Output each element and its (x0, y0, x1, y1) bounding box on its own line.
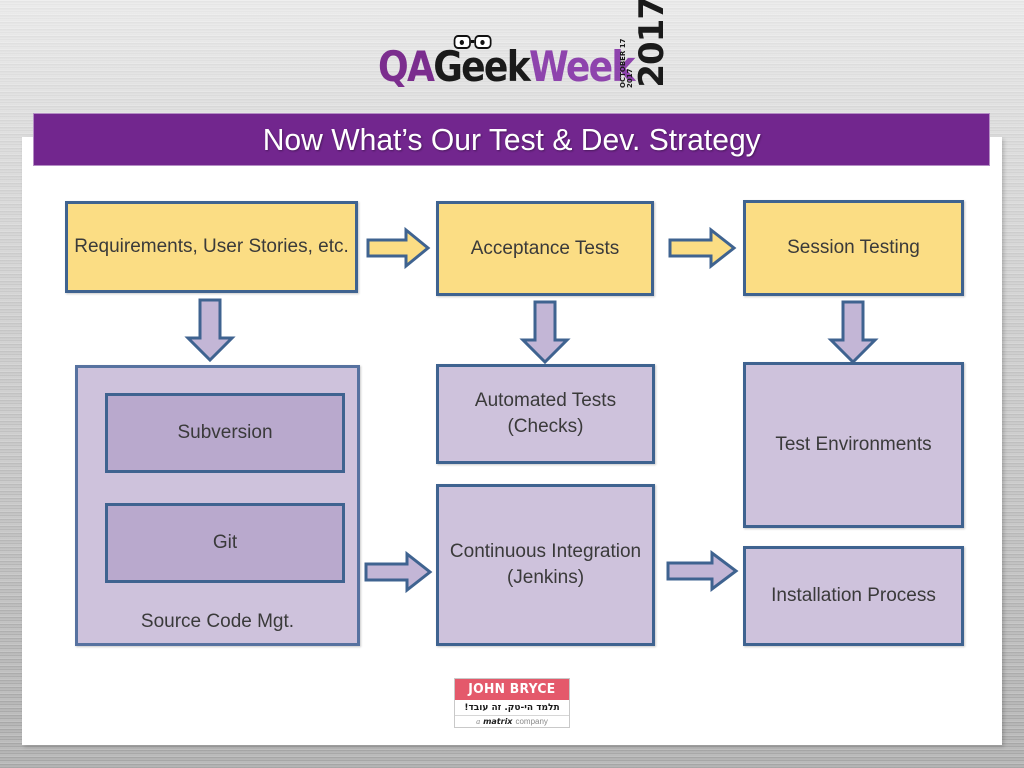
logo-year-big: 2017 (632, 0, 672, 88)
logo-week-text: Week (529, 42, 635, 91)
box-automated-tests-label: Automated Tests (Checks) (474, 390, 617, 437)
box-continuous-integration-label: Continuous Integration (Jenkins) (449, 541, 642, 588)
qageekweek-wordmark: QA GeekWeek (378, 35, 635, 88)
john-bryce-tagline: תלמד הי-טק. זה עובד! (464, 702, 560, 713)
group-source-code-mgt-label: Source Code Mgt. (140, 611, 295, 632)
box-acceptance-tests-label: Acceptance Tests (470, 237, 620, 259)
slide-canvas: QA GeekWeek OCTOBER 17 2017 2017 Now What… (0, 0, 1024, 768)
box-session-testing-label: Session Testing (787, 237, 920, 258)
box-installation-process[interactable]: Installation Process (743, 546, 964, 646)
box-subversion[interactable]: Subversion (105, 393, 345, 473)
glasses-icon (453, 35, 495, 50)
qageekweek-logo: QA GeekWeek OCTOBER 17 2017 2017 (378, 0, 672, 88)
box-acceptance-tests[interactable]: Acceptance Tests (436, 201, 654, 296)
john-bryce-logo: JOHN BRYCE תלמד הי-טק. זה עובד! a matrix… (454, 678, 570, 728)
box-test-environments[interactable]: Test Environments (743, 362, 964, 528)
box-automated-tests[interactable]: Automated Tests (Checks) (436, 364, 655, 464)
box-subversion-label: Subversion (177, 422, 273, 443)
box-requirements-label: Requirements, User Stories, etc. (74, 236, 349, 257)
matrix-prefix: a (476, 717, 481, 726)
box-test-environments-label: Test Environments (775, 434, 932, 455)
box-continuous-integration[interactable]: Continuous Integration (Jenkins) (436, 484, 655, 646)
page-title: Now What’s Our Test & Dev. Strategy (262, 122, 761, 157)
box-installation-process-label: Installation Process (771, 585, 936, 606)
box-requirements[interactable]: Requirements, User Stories, etc. (65, 201, 358, 293)
john-bryce-matrix-band: a matrix company (455, 716, 569, 727)
slide-title-bar: Now What’s Our Test & Dev. Strategy (33, 113, 990, 166)
matrix-brand: matrix (483, 717, 513, 726)
logo-qa-text: QA (378, 42, 435, 91)
box-git-label: Git (212, 532, 238, 553)
john-bryce-name: JOHN BRYCE (468, 682, 556, 697)
group-source-code-mgt: Subversion Git Source Code Mgt. (75, 365, 360, 646)
box-session-testing[interactable]: Session Testing (743, 200, 964, 296)
logo-year: OCTOBER 17 2017 2017 (619, 0, 672, 88)
john-bryce-name-band: JOHN BRYCE (455, 679, 569, 700)
box-git[interactable]: Git (105, 503, 345, 583)
logo-geek-text: Geek (433, 35, 531, 91)
john-bryce-tagline-band: תלמד הי-טק. זה עובד! (455, 700, 569, 716)
matrix-suffix: company (515, 717, 548, 726)
